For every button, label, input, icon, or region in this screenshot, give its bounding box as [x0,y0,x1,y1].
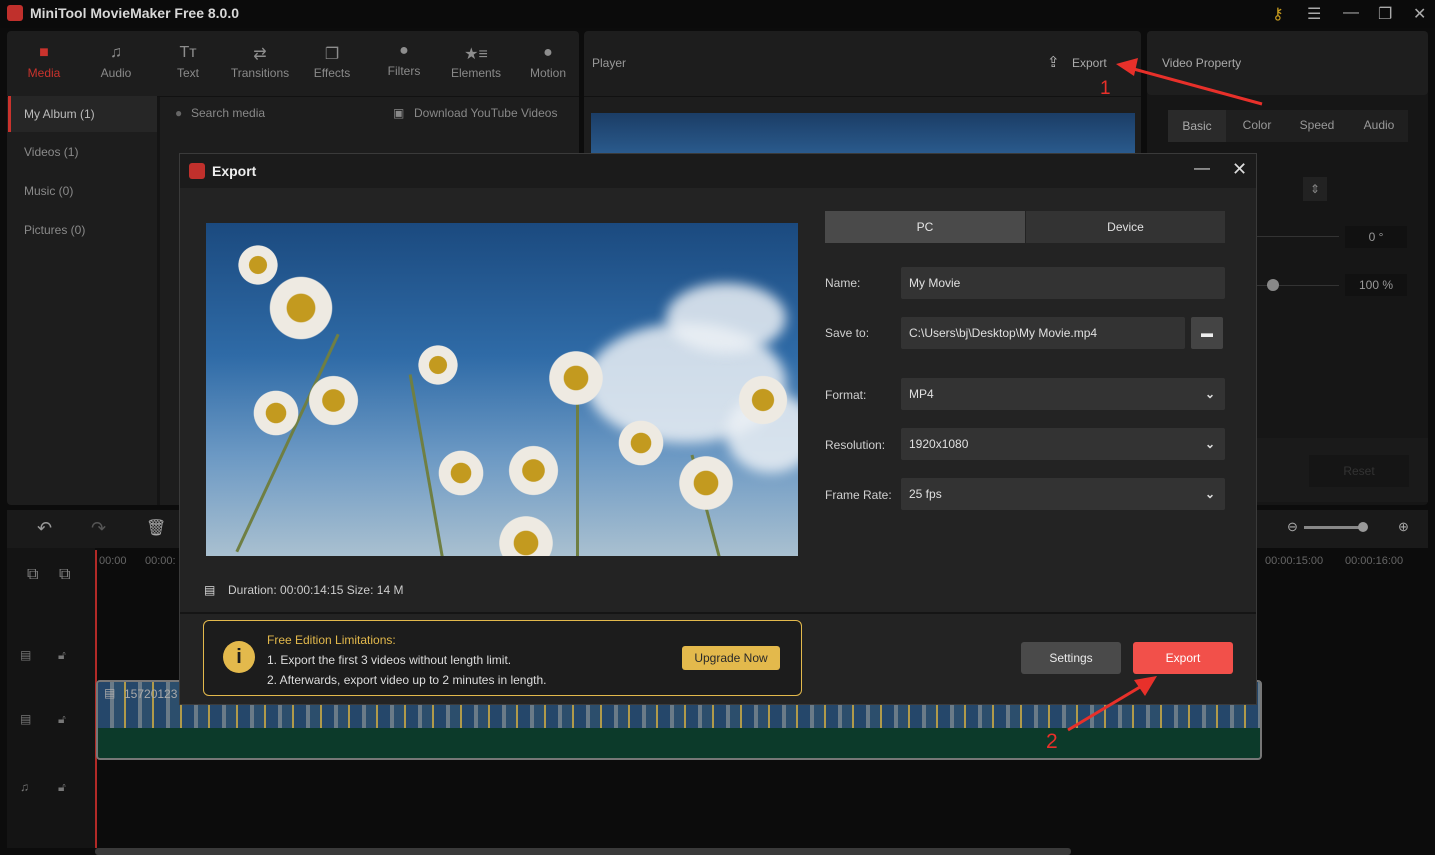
arrow-2 [1067,682,1146,732]
arrow-1 [1129,66,1263,106]
arrow-2-head [1134,676,1157,696]
annotation-2: 2 [1046,730,1058,753]
annotation-arrows [1067,58,1263,732]
annotation-1: 1 [1100,78,1111,99]
arrow-1-head [1116,58,1138,76]
